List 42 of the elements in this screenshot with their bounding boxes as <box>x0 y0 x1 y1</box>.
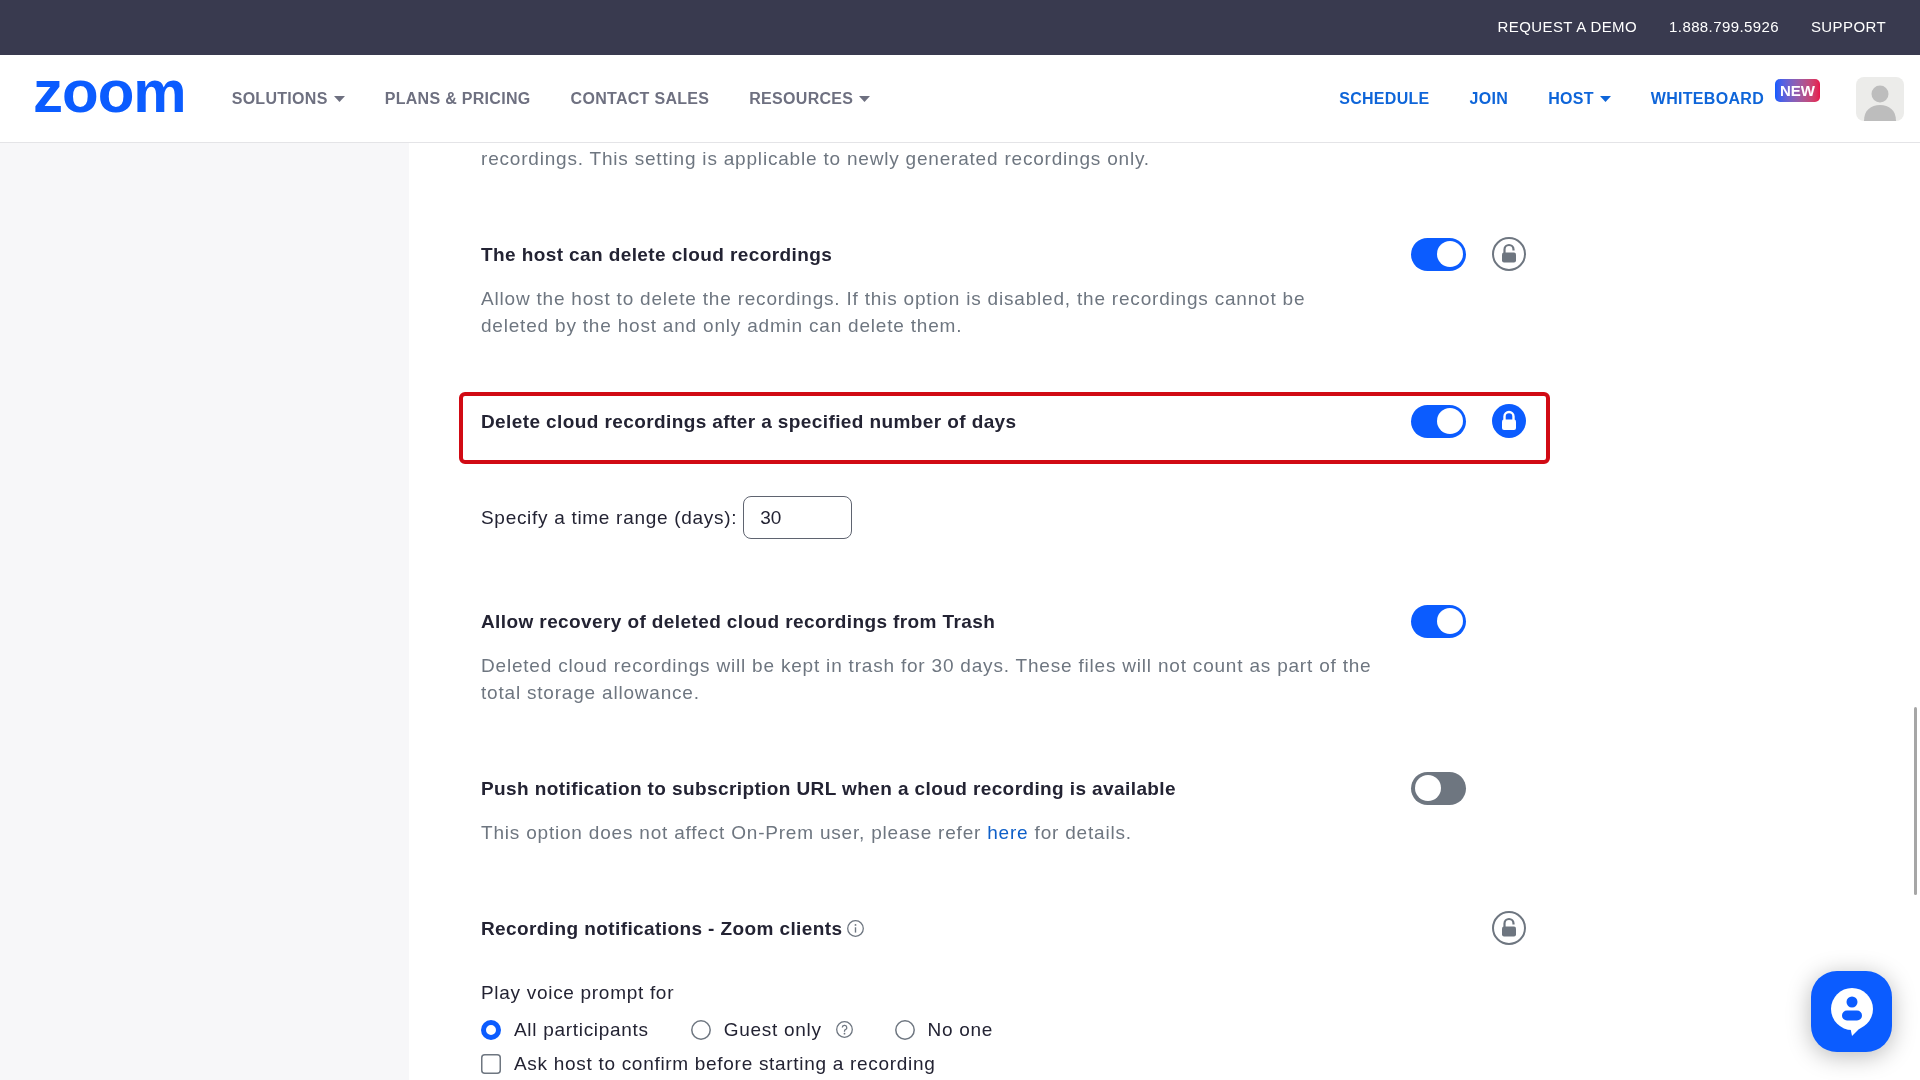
setting-title: Delete cloud recordings after a specified number of days <box>481 409 1017 434</box>
top-bar-link[interactable]: 1.888.799.5926 <box>1669 16 1779 39</box>
nav-link[interactable]: SCHEDULE <box>1339 86 1430 111</box>
nav-link[interactable]: CONTACT SALES <box>570 86 710 111</box>
radio-option[interactable]: No one <box>894 1016 994 1043</box>
unlocked-padlock-icon[interactable] <box>1492 237 1526 271</box>
toggle-switch[interactable] <box>1411 771 1466 805</box>
chat-button[interactable] <box>1811 971 1892 1052</box>
unlocked-padlock-icon[interactable] <box>1492 911 1526 945</box>
help-icon[interactable] <box>835 1021 853 1038</box>
nav-badge: NEW <box>1775 78 1820 102</box>
scrollbar-thumb[interactable] <box>1914 707 1917 895</box>
setting-title: The host can delete cloud recordings <box>481 242 833 267</box>
radio-option[interactable]: All participants <box>481 1016 649 1043</box>
nav-link[interactable]: HOST <box>1548 86 1611 111</box>
radio-option[interactable]: Guest only <box>690 1016 822 1043</box>
number-input[interactable]: 30 <box>743 496 853 539</box>
setting-title: Recording notifications - Zoom clients <box>481 916 843 941</box>
toggle-switch[interactable] <box>1411 404 1466 438</box>
details-link[interactable]: here <box>987 822 1029 843</box>
chat-bubble-person-icon <box>1829 987 1874 1036</box>
setting-title: Push notification to subscription URL when a cloud recording is available <box>481 776 1176 801</box>
setting-description: recordings. This setting is applicable to newly generated recordings only. <box>481 147 1151 171</box>
toggle-switch[interactable] <box>1411 604 1466 638</box>
setting-description: This option does not affect On-Prem user, please refer here for details. <box>481 821 1133 845</box>
nav-link[interactable]: RESOURCES <box>749 86 871 111</box>
nav-link[interactable]: WHITEBOARD <box>1650 86 1764 111</box>
toggle-switch[interactable] <box>1411 237 1466 271</box>
setting-description: Allow the host to delete the recordings. If this option is disabled, the recordings cannot be deleted by the host and only admin can delete them. <box>481 287 1307 338</box>
nav-link[interactable]: SOLUTIONS <box>231 86 345 111</box>
info-icon[interactable] <box>847 919 865 937</box>
logo-wordmark[interactable]: zoom <box>33 62 186 122</box>
field-label: Specify a time range (days): <box>481 506 738 530</box>
setting-description: Deleted cloud recordings will be kept in trash for 30 days. These files will not count as part of the total storage allowance. <box>481 654 1373 705</box>
nav-link[interactable]: JOIN <box>1469 86 1509 111</box>
group-label: Play voice prompt for <box>481 981 675 1005</box>
checkbox-option[interactable]: Ask host to confirm before starting a recording <box>481 1052 936 1076</box>
setting-title: Allow recovery of deleted cloud recordings from Trash <box>481 609 996 634</box>
locked-padlock-icon[interactable] <box>1492 404 1526 438</box>
nav-link[interactable]: PLANS & PRICING <box>384 86 531 111</box>
top-bar-link[interactable]: SUPPORT <box>1810 16 1886 39</box>
top-bar-link[interactable]: REQUEST A DEMO <box>1497 16 1638 39</box>
